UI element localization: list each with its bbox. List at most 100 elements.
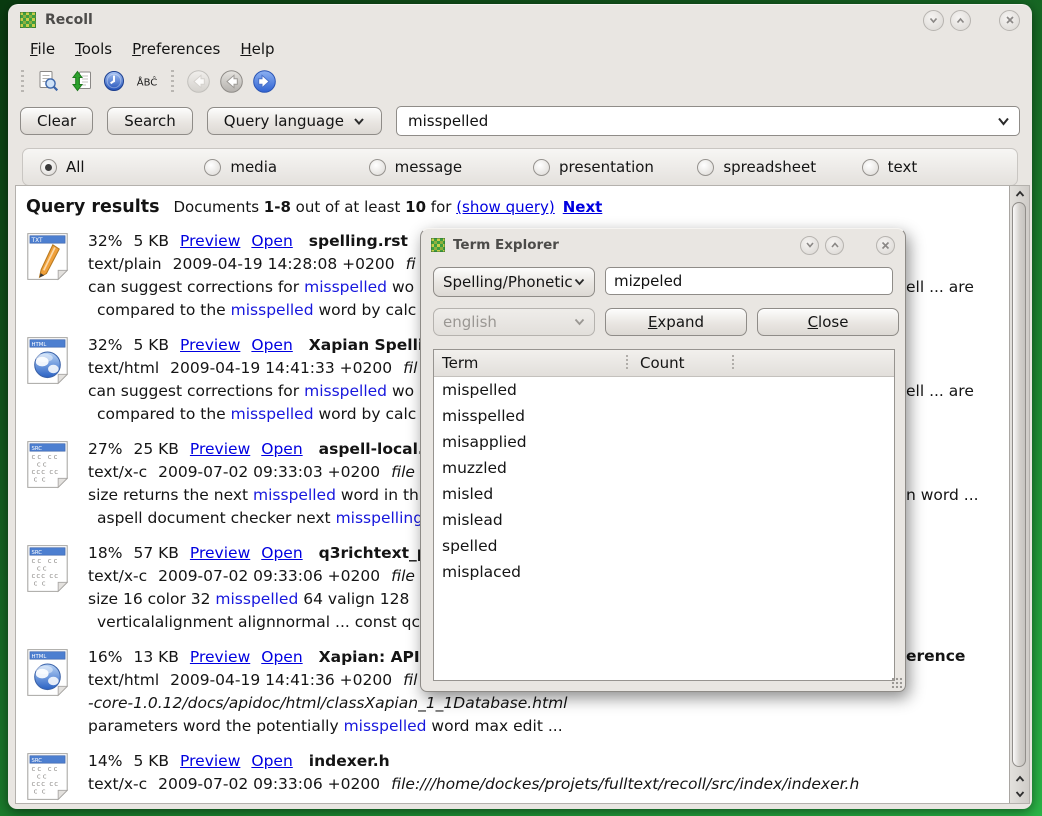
radio-label[interactable]: media [230,158,277,176]
snippet-text: size returns the next [88,486,253,504]
filter-radio-presentation[interactable]: presentation [520,158,684,176]
preview-link[interactable]: Preview [180,752,240,770]
preview-link[interactable]: Preview [190,544,250,562]
chevron-down-icon[interactable] [997,117,1010,126]
doc-date: 2009-07-02 09:33:03 +0200 [158,463,380,481]
term-input[interactable] [605,267,893,295]
next-page-link[interactable]: Next [563,198,603,216]
open-link[interactable]: Open [261,648,302,666]
preview-link[interactable]: Preview [190,648,250,666]
snippet-text: 64 valign 128 [298,590,409,608]
document-history-button[interactable] [100,67,128,95]
term-row[interactable]: mispelled [434,377,894,403]
term-row[interactable]: misplaced [434,559,894,585]
menu-item-file[interactable]: File [20,38,65,60]
menu-item-tools[interactable]: Tools [65,38,122,60]
chevron-down-icon [805,241,815,249]
snippet-text: word in th [336,486,419,504]
open-link[interactable]: Open [251,232,292,250]
clear-button[interactable]: Clear [20,107,93,135]
term-list: Term Count mispelledmisspelledmisapplied… [433,349,895,681]
column-header-term[interactable]: Term [434,354,632,372]
radio-label[interactable]: text [888,158,918,176]
column-header-count[interactable]: Count [632,354,685,372]
sort-by-date-button[interactable] [67,67,95,95]
open-link[interactable]: Open [251,752,292,770]
radio-label[interactable]: All [66,158,85,176]
relevance-percent: 27% [88,440,122,458]
radio-icon[interactable] [369,159,386,176]
unshade-button[interactable] [950,10,971,31]
preview-link[interactable]: Preview [180,232,240,250]
preview-link[interactable]: Preview [180,336,240,354]
radio-label[interactable]: spreadsheet [723,158,816,176]
page-previous-button[interactable] [217,67,245,95]
open-link[interactable]: Open [261,544,302,562]
page-first-button[interactable] [184,67,212,95]
menu-item-help[interactable]: Help [230,38,284,60]
toolbar-handle[interactable] [171,70,174,92]
preview-link[interactable]: Preview [190,440,250,458]
doc-title: indexer.h [309,752,390,770]
search-mode-select[interactable]: Query language [207,107,382,135]
filter-radio-text[interactable]: text [849,158,1013,176]
dialog-close-action-button[interactable]: Close [757,308,899,336]
radio-icon[interactable] [204,159,221,176]
column-separator[interactable] [732,355,734,371]
expand-button[interactable]: Expand [605,308,747,336]
menu-item-preferences[interactable]: Preferences [122,38,230,60]
query-input[interactable] [406,111,997,131]
scroll-up-button[interactable] [1010,187,1029,201]
expansion-mode-select[interactable]: Spelling/Phonetic [433,267,595,297]
dialog-close-button[interactable] [876,236,895,255]
term-explorer-button[interactable]: ÅBĈ [133,67,161,95]
term-explorer-dialog: Term Explorer Spelling/Phonetic english … [420,228,906,692]
dialog-window-controls [800,236,895,255]
term-row[interactable]: misapplied [434,429,894,455]
open-link[interactable]: Open [251,336,292,354]
filter-radio-spreadsheet[interactable]: spreadsheet [684,158,848,176]
radio-label[interactable]: presentation [559,158,654,176]
scroll-up-button-bottom[interactable] [1010,772,1029,786]
titlebar[interactable]: Recoll [8,5,1032,33]
filter-radio-media[interactable]: media [191,158,355,176]
dialog-unshade-button[interactable] [825,236,844,255]
term-cell: misled [434,481,632,507]
term-row[interactable]: spelled [434,533,894,559]
highlight-term: misspelled [231,301,314,319]
column-separator[interactable] [626,355,628,371]
close-button[interactable] [999,10,1020,31]
filter-radio-all[interactable]: All [27,158,191,176]
term-row[interactable]: misspelled [434,403,894,429]
filter-radio-message[interactable]: message [356,158,520,176]
dialog-shade-button[interactable] [800,236,819,255]
query-combobox[interactable] [396,106,1020,136]
term-row[interactable]: misled [434,481,894,507]
term-cell: misapplied [434,429,632,455]
search-bar: Clear Search Query language [8,99,1032,139]
radio-icon[interactable] [40,159,57,176]
results-summary: Documents 1-8 out of at least 10 for [174,198,457,216]
term-row[interactable]: muzzled [434,455,894,481]
resize-grip[interactable] [891,677,902,688]
open-link[interactable]: Open [261,440,302,458]
document-search-button[interactable] [34,67,62,95]
shade-button[interactable] [923,10,944,31]
dialog-titlebar[interactable]: Term Explorer [421,229,905,259]
dialog-title: Term Explorer [453,237,559,253]
vertical-scrollbar[interactable] [1009,186,1029,803]
doc-url: fil [403,671,417,689]
scroll-down-button[interactable] [1010,787,1029,801]
term-row[interactable]: mislead [434,507,894,533]
show-query-link[interactable]: (show query) [456,198,555,216]
relevance-percent: 16% [88,648,122,666]
page-next-button[interactable] [250,67,278,95]
scrollbar-thumb[interactable] [1012,202,1026,767]
radio-icon[interactable] [697,159,714,176]
radio-label[interactable]: message [395,158,462,176]
search-button[interactable]: Search [107,107,193,135]
language-select[interactable]: english [433,308,595,336]
radio-icon[interactable] [862,159,879,176]
toolbar-handle[interactable] [21,70,24,92]
radio-icon[interactable] [533,159,550,176]
